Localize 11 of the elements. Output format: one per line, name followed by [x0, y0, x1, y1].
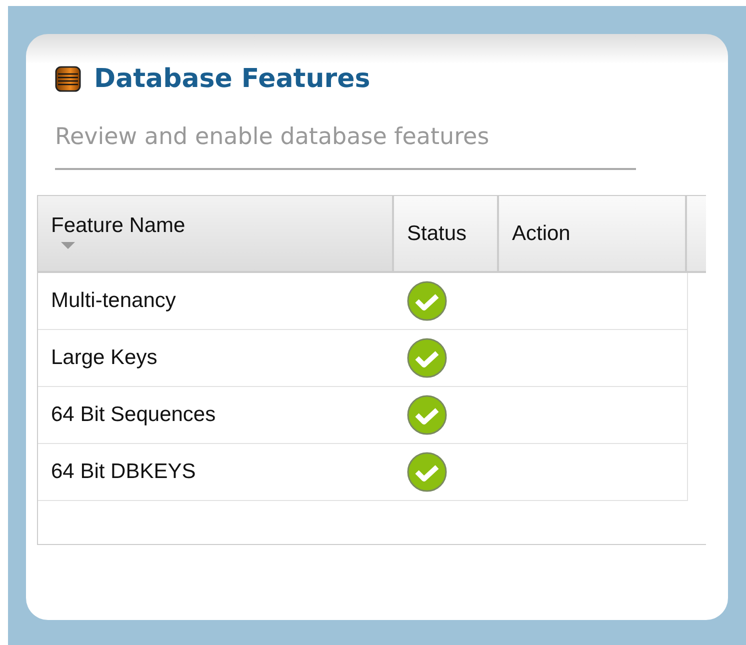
sort-arrow-icon — [61, 242, 75, 249]
column-header[interactable]: Status — [394, 196, 499, 271]
database-icon — [55, 66, 81, 92]
panel-subtitle: Review and enable database features — [55, 124, 636, 170]
panel-title: Database Features — [94, 64, 370, 94]
column-header[interactable]: Feature Name — [38, 196, 394, 271]
table-cell-text: Large Keys — [50, 345, 158, 371]
column-header[interactable]: Action — [499, 196, 687, 271]
table-cell-text: 64 Bit Sequences — [50, 402, 217, 428]
table-cell-text: 64 Bit DBKEYS — [50, 459, 197, 485]
table-cell-text: Multi-tenancy — [50, 288, 177, 314]
